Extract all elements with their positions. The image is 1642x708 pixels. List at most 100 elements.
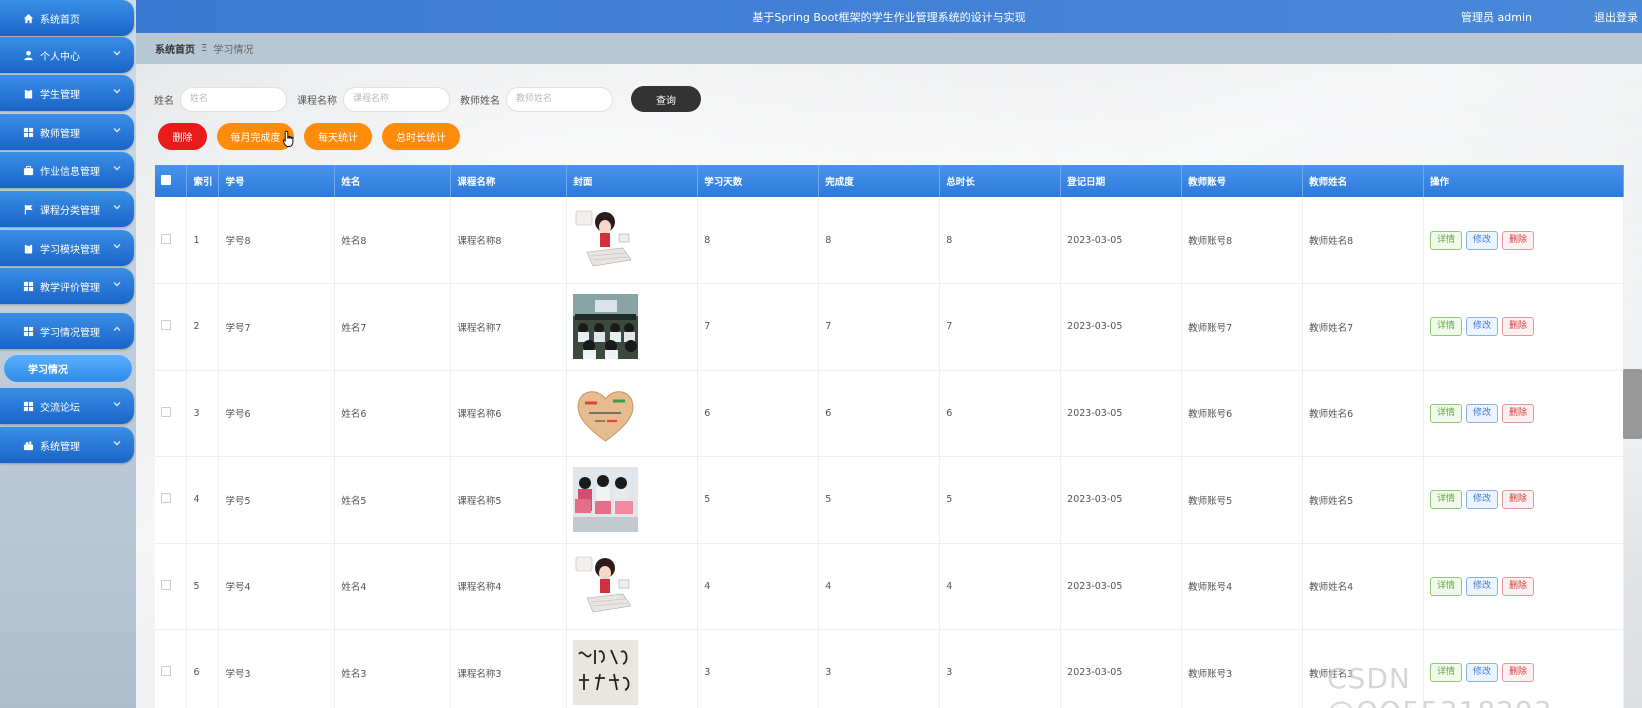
cover-image-students-reading[interactable] — [573, 467, 639, 533]
select-all-checkbox[interactable] — [161, 174, 171, 185]
flag-icon — [22, 203, 34, 215]
sidebar-item-personal[interactable]: 个人中心 — [0, 37, 134, 73]
teacher-name-cell: 教师姓名4 — [1302, 543, 1425, 630]
row-select-cell — [155, 283, 188, 371]
sidebar-item-learning-module[interactable]: 学习模块管理 — [0, 230, 134, 266]
sidebar-subitem-learning-status[interactable]: 学习情况 — [4, 355, 132, 382]
days-cell: 3 — [697, 629, 820, 708]
sidebar-item-course-category[interactable]: 课程分类管理 — [0, 191, 134, 227]
sidebar-item-label: 个人中心 — [40, 51, 80, 63]
vertical-scrollbar[interactable] — [1623, 369, 1642, 439]
top-header: 基于Spring Boot框架的学生作业管理系统的设计与实现 管理员 admin… — [136, 0, 1642, 33]
row-checkbox[interactable] — [161, 666, 171, 677]
column-header: 教师姓名 — [1302, 165, 1425, 197]
index-cell: 2 — [186, 283, 220, 371]
edit-button[interactable]: 修改 — [1466, 490, 1499, 510]
delete-button[interactable]: 删除 — [1502, 490, 1535, 510]
main-content: 姓名 课程名称 教师姓名 查询 删除 每月完成度 每天统计 总时长统计 索引 学… — [136, 64, 1642, 708]
sidebar-item-label: 课程分类管理 — [40, 205, 100, 217]
name-cell: 姓名6 — [334, 370, 452, 457]
days-cell: 6 — [697, 370, 820, 457]
detail-button[interactable]: 详情 — [1430, 230, 1463, 250]
sidebar-item-forum[interactable]: 交流论坛 — [0, 388, 134, 424]
edit-button[interactable]: 修改 — [1466, 230, 1499, 250]
edit-button[interactable]: 修改 — [1466, 403, 1499, 423]
teacher-search-input[interactable] — [506, 86, 613, 112]
clipboard-icon — [22, 87, 34, 99]
total-duration-button[interactable]: 总时长统计 — [382, 123, 460, 150]
daily-stats-button[interactable]: 每天统计 — [304, 123, 372, 150]
query-button[interactable]: 查询 — [631, 86, 701, 112]
cover-image-handwriting[interactable] — [573, 640, 639, 706]
briefcase-icon — [22, 164, 34, 176]
breadcrumb-separator: Ξ — [201, 43, 208, 54]
row-checkbox[interactable] — [161, 579, 171, 590]
name-label: 姓名 — [154, 95, 174, 107]
student-no-cell: 学号4 — [218, 543, 336, 630]
row-select-cell — [155, 197, 188, 284]
sidebar-item-home[interactable]: 系统首页 — [0, 0, 134, 36]
edit-button[interactable]: 修改 — [1466, 317, 1499, 337]
row-select-cell — [155, 370, 188, 457]
days-cell: 7 — [697, 283, 820, 371]
sidebar-item-system[interactable]: 系统管理 — [0, 427, 134, 463]
detail-button[interactable]: 详情 — [1430, 490, 1463, 510]
logout-link[interactable]: 退出登录 — [1594, 9, 1638, 25]
course-search-input[interactable] — [343, 86, 450, 112]
sidebar-item-students[interactable]: 学生管理 — [0, 75, 134, 111]
column-header: 教师账号 — [1181, 165, 1304, 197]
chevron-down-icon — [112, 279, 122, 289]
cover-image-girl-reading[interactable] — [573, 207, 639, 273]
gear-icon — [22, 439, 34, 451]
date-cell: 2023-03-05 — [1060, 197, 1183, 284]
cover-image-girl-reading[interactable] — [573, 553, 639, 619]
row-checkbox[interactable] — [161, 233, 171, 244]
chevron-down-icon — [112, 86, 122, 96]
detail-button[interactable]: 详情 — [1430, 576, 1463, 596]
row-checkbox[interactable] — [161, 406, 171, 417]
duration-cell: 8 — [939, 197, 1062, 284]
name-cell: 姓名5 — [334, 456, 452, 544]
hand-cursor-icon — [282, 130, 294, 147]
grid-icon — [22, 400, 34, 412]
edit-button[interactable]: 修改 — [1466, 576, 1499, 596]
sidebar-item-homework[interactable]: 作业信息管理 — [0, 152, 134, 188]
row-checkbox[interactable] — [161, 493, 171, 504]
batch-delete-button[interactable]: 删除 — [158, 123, 207, 150]
cover-image-classroom[interactable] — [573, 294, 639, 360]
detail-button[interactable]: 详情 — [1430, 317, 1463, 337]
cover-image-heart-card[interactable] — [573, 380, 639, 446]
breadcrumb-current: 学习情况 — [213, 45, 254, 56]
teacher-account-cell: 教师账号3 — [1181, 629, 1304, 708]
cover-cell — [566, 629, 699, 708]
grid-icon — [22, 126, 34, 138]
detail-button[interactable]: 详情 — [1430, 403, 1463, 423]
date-cell: 2023-03-05 — [1060, 629, 1183, 708]
watermark: CSDN @QQ55318293 — [1327, 662, 1552, 708]
sidebar-item-label: 教学评价管理 — [40, 282, 100, 294]
cover-cell — [566, 370, 699, 457]
sidebar-item-learning-status[interactable]: 学习情况管理 — [0, 313, 134, 349]
index-cell: 5 — [186, 543, 220, 630]
delete-button[interactable]: 删除 — [1502, 403, 1535, 423]
breadcrumb-home[interactable]: 系统首页 — [155, 41, 195, 56]
sidebar-item-label: 系统管理 — [40, 441, 80, 453]
sidebar-item-teachers[interactable]: 教师管理 — [0, 114, 134, 150]
teacher-account-cell: 教师账号5 — [1181, 456, 1304, 544]
delete-button[interactable]: 删除 — [1502, 317, 1535, 337]
cover-cell — [566, 197, 699, 284]
delete-button[interactable]: 删除 — [1502, 230, 1535, 250]
duration-cell: 5 — [939, 456, 1062, 544]
course-cell: 课程名称5 — [450, 456, 568, 544]
days-cell: 8 — [697, 197, 820, 284]
row-checkbox[interactable] — [161, 320, 171, 331]
sidebar-item-teaching-eval[interactable]: 教学评价管理 — [0, 268, 134, 304]
column-header: 封面 — [566, 165, 699, 197]
teacher-name-cell: 教师姓名5 — [1302, 456, 1425, 544]
table-row: 2 学号7 姓名7 课程名称7 7 7 7 2023-03-05 教师账号7 教… — [155, 283, 1624, 371]
name-search-input[interactable] — [180, 86, 287, 112]
completion-cell: 8 — [818, 197, 941, 284]
chevron-down-icon — [112, 399, 122, 409]
delete-button[interactable]: 删除 — [1502, 576, 1535, 596]
column-header: 学号 — [218, 165, 336, 197]
